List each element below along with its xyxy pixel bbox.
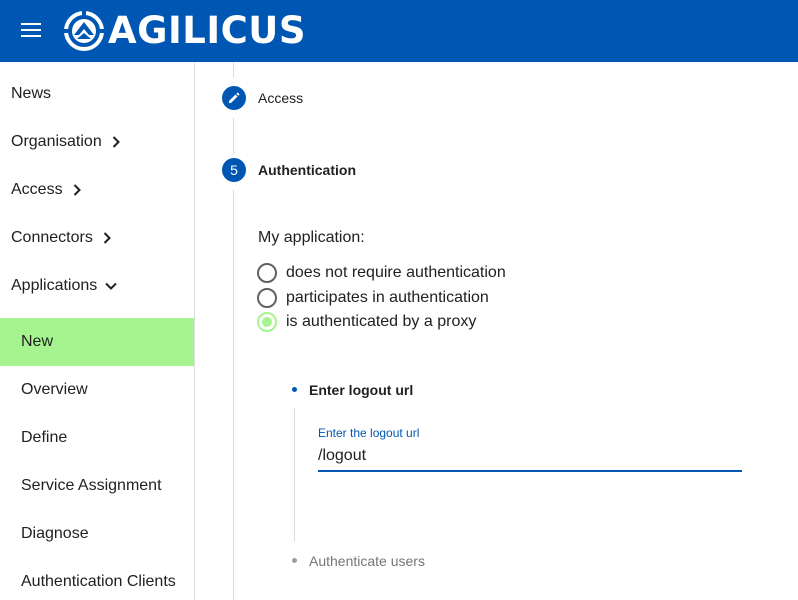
sidebar-item-news[interactable]: News bbox=[0, 70, 194, 118]
pencil-icon bbox=[229, 92, 240, 103]
sidebar-item-new[interactable]: New bbox=[0, 318, 194, 366]
substep-authenticate-users-title[interactable]: Authenticate users bbox=[309, 553, 425, 569]
sidebar: News Organisation Access Connectors Appl… bbox=[0, 62, 195, 600]
sidebar-item-organisation[interactable]: Organisation bbox=[0, 118, 194, 166]
sidebar-item-label: News bbox=[11, 85, 52, 102]
radio-proxy[interactable]: is authenticated by a proxy bbox=[257, 311, 476, 333]
sidebar-item-authentication-clients[interactable]: Authentication Clients bbox=[0, 558, 194, 600]
substep-logout-title[interactable]: Enter logout url bbox=[309, 382, 413, 398]
substep-inactive-dot bbox=[292, 558, 297, 563]
logout-url-field: Enter the logout url bbox=[318, 424, 742, 472]
brand-name: AGILICUS bbox=[108, 9, 306, 52]
chevron-right-icon bbox=[112, 136, 120, 148]
sidebar-item-label: Overview bbox=[21, 381, 88, 398]
sidebar-item-applications[interactable]: Applications bbox=[0, 262, 194, 310]
radio-no-auth[interactable]: does not require authentication bbox=[257, 262, 506, 284]
radio-button[interactable] bbox=[257, 263, 277, 283]
substep-active-dot bbox=[292, 387, 297, 392]
sidebar-item-label: Organisation bbox=[11, 133, 102, 150]
stepper-connector bbox=[233, 62, 234, 78]
stepper-connector bbox=[233, 118, 234, 154]
step-number-badge: 5 bbox=[222, 158, 246, 182]
substep-connector bbox=[294, 408, 295, 542]
top-app-bar: AGILICUS bbox=[0, 0, 798, 62]
sidebar-item-label: Service Assignment bbox=[21, 477, 162, 494]
chevron-down-icon bbox=[105, 282, 117, 290]
radio-label: does not require authentication bbox=[286, 264, 506, 281]
sidebar-item-label: Connectors bbox=[11, 229, 93, 246]
logo-mark-icon bbox=[64, 11, 104, 51]
radio-button-checked[interactable] bbox=[257, 312, 277, 332]
logout-url-input[interactable] bbox=[318, 444, 742, 468]
sidebar-item-define[interactable]: Define bbox=[0, 414, 194, 462]
radio-label: is authenticated by a proxy bbox=[286, 313, 477, 330]
sidebar-item-diagnose[interactable]: Diagnose bbox=[0, 510, 194, 558]
sidebar-item-label: Applications bbox=[11, 277, 98, 294]
agilicus-logo[interactable]: AGILICUS bbox=[63, 10, 306, 52]
sidebar-item-connectors[interactable]: Connectors bbox=[0, 214, 194, 262]
sidebar-item-access[interactable]: Access bbox=[0, 166, 194, 214]
radio-label: participates in authentication bbox=[286, 289, 489, 306]
menu-icon[interactable] bbox=[21, 23, 41, 39]
radio-participates[interactable]: participates in authentication bbox=[257, 287, 489, 309]
logout-url-label: Enter the logout url bbox=[318, 426, 420, 440]
sidebar-item-label: Diagnose bbox=[21, 525, 89, 542]
radio-button[interactable] bbox=[257, 288, 277, 308]
stepper-connector bbox=[233, 190, 234, 600]
sidebar-item-label: Access bbox=[11, 181, 63, 198]
sidebar-item-label: Define bbox=[21, 429, 68, 446]
auth-question: My application: bbox=[258, 229, 365, 246]
input-underline bbox=[318, 470, 742, 472]
chevron-right-icon bbox=[103, 232, 111, 244]
step-authentication-label[interactable]: Authentication bbox=[258, 162, 356, 178]
chevron-right-icon bbox=[73, 184, 81, 196]
sidebar-item-label: Authentication Clients bbox=[21, 573, 176, 590]
sidebar-item-service-assignment[interactable]: Service Assignment bbox=[0, 462, 194, 510]
step-access-label[interactable]: Access bbox=[258, 90, 303, 106]
step-access-edit-icon[interactable] bbox=[222, 86, 246, 110]
sidebar-item-label: New bbox=[21, 333, 54, 350]
sidebar-item-overview[interactable]: Overview bbox=[0, 366, 194, 414]
